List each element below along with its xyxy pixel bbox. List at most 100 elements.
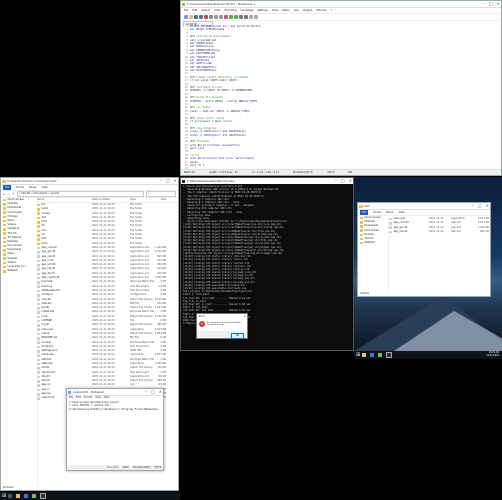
search-input[interactable]: ⌕ xyxy=(146,191,176,197)
cut-icon[interactable] xyxy=(213,14,218,19)
ribbon-tab-share[interactable]: Share xyxy=(29,185,37,190)
menu-encoding[interactable]: Encoding xyxy=(224,8,236,13)
save-all-icon[interactable] xyxy=(198,14,203,19)
menu-help[interactable]: ? xyxy=(331,8,332,13)
redo-icon[interactable] xyxy=(233,14,238,19)
close-button[interactable]: × xyxy=(497,1,500,7)
file-explorer-taskbar-icon[interactable] xyxy=(362,353,367,357)
menu-plugins[interactable]: Plugins xyxy=(303,8,312,13)
dist-titlebar[interactable]: dist – □ × xyxy=(358,203,490,210)
close-file-icon[interactable] xyxy=(203,14,208,19)
address-input[interactable]: > This PC > Documents > project xyxy=(16,191,144,197)
start-button-icon[interactable]: ⊞ xyxy=(2,493,6,499)
notepadpp-taskbar-icon[interactable] xyxy=(378,353,383,357)
save-icon[interactable] xyxy=(193,14,198,19)
menu-help[interactable]: Help xyxy=(104,396,109,400)
maximize-button[interactable]: □ xyxy=(151,389,155,395)
menu-run[interactable]: Run xyxy=(294,8,299,13)
notepad-titlebar[interactable]: output.txt - Notepad – □ × xyxy=(67,389,163,396)
close-button[interactable]: × xyxy=(486,203,489,209)
col-header-type[interactable]: Type xyxy=(130,198,150,202)
up-arrow-icon[interactable]: ↑ xyxy=(12,192,15,196)
col-header-size[interactable]: Size xyxy=(150,198,166,202)
menu-macro[interactable]: Macro xyxy=(282,8,290,13)
menu-settings[interactable]: Settings xyxy=(257,8,268,13)
menu-file[interactable]: File xyxy=(184,8,188,13)
cmd-taskbar-icon[interactable] xyxy=(386,352,393,358)
cmd-output[interactable]: C:\Users\user\Documents\project>build.ba… xyxy=(181,184,353,326)
undo-icon[interactable] xyxy=(228,14,233,19)
minimize-button[interactable]: – xyxy=(160,178,162,184)
folder-icon xyxy=(3,207,6,210)
notepadpp-taskbar-icon[interactable] xyxy=(32,494,37,498)
status-language: Batch file xyxy=(184,171,196,174)
col-header-name[interactable]: Name xyxy=(37,198,92,202)
menu-language[interactable]: Language xyxy=(240,8,253,13)
cmd-icon xyxy=(182,179,185,183)
maximize-button[interactable]: □ xyxy=(478,203,482,209)
menu-edit[interactable]: Edit xyxy=(192,8,197,13)
cmd-titlebar[interactable]: C:\Windows\System32\cmd.exe – □ × xyxy=(181,178,353,184)
col-header-date[interactable]: Date modified xyxy=(92,198,130,202)
browser-taskbar-icon[interactable] xyxy=(370,353,375,357)
file-icon xyxy=(37,371,40,375)
system-clock[interactable]: 10:24 AM 11/12/2021 xyxy=(486,351,502,358)
menu-search[interactable]: Search xyxy=(201,8,210,13)
ribbon-tab-file[interactable]: File xyxy=(3,185,12,190)
file-icon xyxy=(37,311,40,314)
notepad-icon xyxy=(68,390,71,394)
maximize-button[interactable]: □ xyxy=(341,178,345,184)
search-taskbar-icon[interactable] xyxy=(8,494,13,498)
minimize-button[interactable]: – xyxy=(483,1,485,7)
menu-file[interactable]: File xyxy=(69,396,73,400)
menu-view[interactable]: View xyxy=(214,8,220,13)
ribbon-tab-file[interactable]: File xyxy=(360,210,369,215)
zoom-out-icon[interactable] xyxy=(253,14,258,19)
editor-titlebar[interactable]: C:\Users\user\Desktop\script.txt - Notep… xyxy=(181,1,501,8)
file-explorer-taskbar-icon[interactable] xyxy=(16,494,21,498)
folder-icon xyxy=(360,233,363,237)
forward-arrow-icon[interactable]: → xyxy=(8,192,11,196)
ok-button[interactable]: OK xyxy=(231,332,244,339)
paste-icon[interactable] xyxy=(223,14,228,19)
ribbon-tab-view[interactable]: View xyxy=(42,185,48,190)
replace-icon[interactable] xyxy=(243,14,248,19)
close-button[interactable]: × xyxy=(159,389,162,395)
notepad-text-area[interactable]: C:\Users\user\Documents\project> > echo … xyxy=(67,400,163,412)
close-button[interactable]: × xyxy=(174,178,177,184)
back-arrow-icon[interactable]: ← xyxy=(3,192,6,196)
nav-item[interactable]: Network xyxy=(360,241,388,245)
menu-edit[interactable]: Edit xyxy=(76,396,81,400)
ribbon-tab-home[interactable]: Home xyxy=(373,210,381,215)
menu-window[interactable]: Window xyxy=(316,8,326,13)
explorer-titlebar[interactable]: C:\Users\user\Documents\project – □ × xyxy=(1,178,178,185)
ribbon-tab-view[interactable]: View xyxy=(399,210,405,215)
zoom-in-icon[interactable] xyxy=(248,14,253,19)
find-icon[interactable] xyxy=(238,14,243,19)
copy-icon[interactable] xyxy=(218,14,223,19)
print-icon[interactable] xyxy=(208,14,213,19)
minimize-button[interactable]: – xyxy=(145,389,147,395)
file-row[interactable]: app_net.dll 2021-11-12 App ext. 845 KB xyxy=(389,230,490,234)
cmd-taskbar-icon[interactable] xyxy=(40,493,47,499)
dist-file-list: main.exe 2021-11-12 Application 3,104 KB app… xyxy=(389,217,490,291)
ribbon-tab-home[interactable]: Home xyxy=(16,185,24,190)
minimize-button[interactable]: – xyxy=(472,203,474,209)
editor-statusbar: Batch file length : 2,374 lines : 52 Ln … xyxy=(181,169,501,175)
new-file-icon[interactable] xyxy=(183,14,188,19)
dialog-titlebar[interactable]: Error × xyxy=(197,314,247,319)
maximize-button[interactable]: □ xyxy=(489,1,493,7)
dialog-close-button[interactable]: × xyxy=(243,314,246,319)
menu-tools[interactable]: Tools xyxy=(272,8,278,13)
menu-view[interactable]: View xyxy=(95,396,101,400)
browser-taskbar-icon[interactable] xyxy=(24,494,29,498)
minimize-button[interactable]: – xyxy=(335,178,337,184)
ribbon-tab-share[interactable]: Share xyxy=(386,210,394,215)
start-button-icon[interactable]: ⊞ xyxy=(356,352,360,358)
menu-format[interactable]: Format xyxy=(84,396,92,400)
open-folder-icon[interactable] xyxy=(188,14,193,19)
close-button[interactable]: × xyxy=(349,178,352,184)
nav-item[interactable]: Network xyxy=(3,269,37,273)
maximize-button[interactable]: □ xyxy=(166,178,170,184)
editor-text-area[interactable]: 1 IF(NOT DEFINED build_dir) set build_dir… xyxy=(181,25,501,169)
